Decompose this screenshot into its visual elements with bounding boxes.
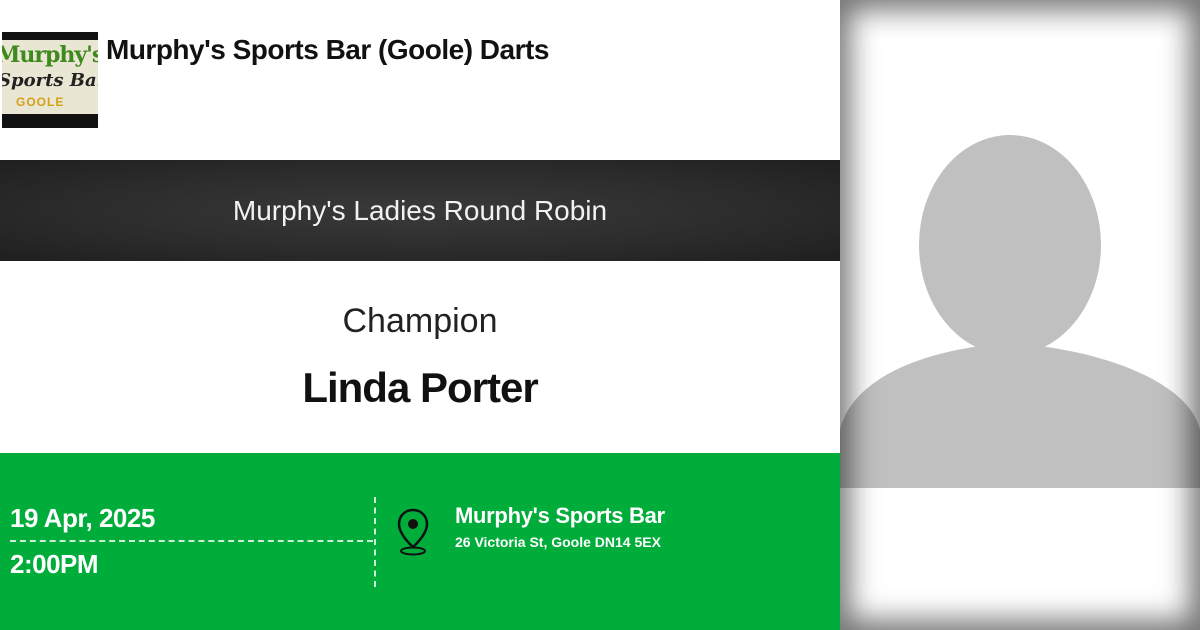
logo-text-sports-bar: Sports Bar (2, 70, 98, 91)
club-logo: Murphy's Sports Bar GOOLE (2, 32, 98, 128)
person-silhouette-icon (840, 0, 1200, 630)
map-pin-icon (397, 508, 429, 556)
logo-text-goole: GOOLE (16, 95, 65, 109)
club-name[interactable]: Murphy's Sports Bar (Goole) Darts (106, 34, 549, 66)
event-date: 19 Apr, 2025 (10, 503, 155, 533)
champion-name: Linda Porter (302, 364, 538, 411)
event-title: Murphy's Ladies Round Robin (232, 194, 608, 226)
event-card: Murphy's Sports Bar GOOLE Murphy's Sport… (0, 0, 840, 630)
logo-text-murphys: Murphy's (2, 42, 98, 68)
event-time: 2:00PM (10, 549, 99, 579)
details-divider (374, 497, 376, 587)
event-title-band: Murphy's Ladies Round Robin (0, 160, 840, 261)
event-details-footer: 19 Apr, 2025 2:00PM Murphy's Sports Bar … (0, 453, 840, 630)
venue-address: 26 Victoria St, Goole DN14 5EX (455, 534, 661, 550)
club-header: Murphy's Sports Bar GOOLE Murphy's Sport… (0, 0, 840, 160)
date-time-divider (10, 540, 373, 542)
player-photo (840, 0, 1200, 630)
venue-name[interactable]: Murphy's Sports Bar (455, 503, 665, 529)
champion-label: Champion (342, 302, 498, 340)
